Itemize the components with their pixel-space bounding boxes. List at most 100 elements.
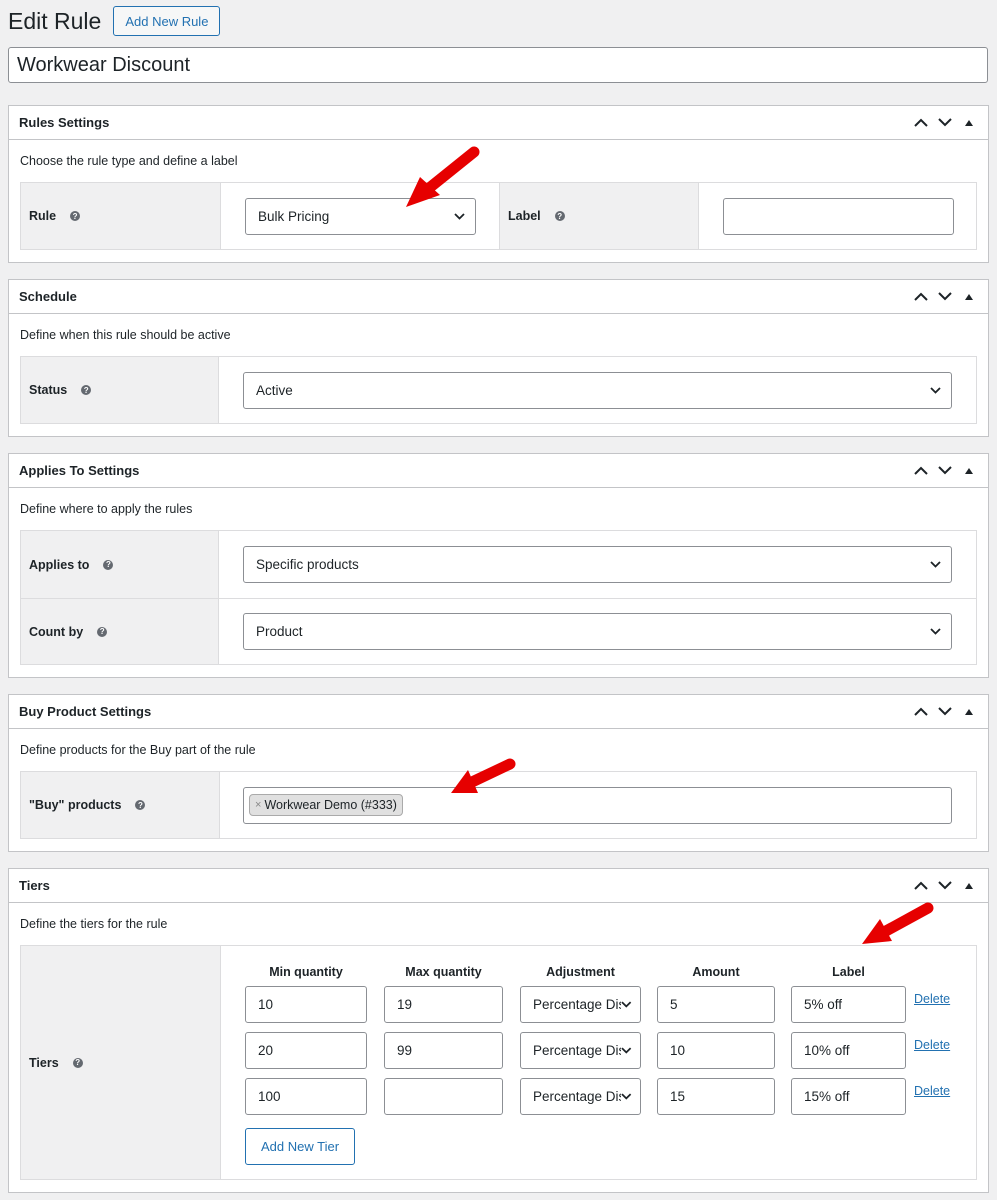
- adjustment-value: Percentage Discount: [533, 996, 621, 1012]
- panel-title: Schedule: [19, 289, 77, 304]
- field-cell: Specific products: [219, 531, 976, 598]
- collapse-toggle-icon[interactable]: [960, 288, 978, 306]
- amount-input[interactable]: 15: [657, 1077, 775, 1115]
- collapse-toggle-icon[interactable]: [960, 877, 978, 895]
- rule-type-value: Bulk Pricing: [258, 208, 330, 224]
- chevron-down-icon[interactable]: [936, 877, 954, 895]
- tiers-rows: 10 19 Percentage Discount 5 5% off Delet…: [245, 985, 976, 1115]
- applies-to-select[interactable]: Specific products: [243, 546, 952, 583]
- panel-header: Schedule: [9, 280, 988, 314]
- adjustment-value: Percentage Discount: [533, 1088, 621, 1104]
- product-token: × Workwear Demo (#333): [249, 794, 403, 816]
- token-remove-icon[interactable]: ×: [255, 799, 261, 811]
- rules-settings-panel: Rules Settings Choose the rule type and …: [8, 105, 989, 263]
- panel-controls: [912, 703, 978, 721]
- chevron-down-icon: [621, 1000, 632, 1008]
- column-header: Adjustment: [546, 965, 615, 979]
- chevron-down-icon[interactable]: [936, 114, 954, 132]
- page-header: Edit Rule Add New Rule: [8, 6, 221, 36]
- schedule-panel: Schedule Define when this rule should be…: [8, 279, 989, 437]
- chevron-up-icon[interactable]: [912, 703, 930, 721]
- tier-label-input[interactable]: 15% off: [791, 1077, 906, 1115]
- delete-tier-link[interactable]: Delete: [914, 1038, 950, 1052]
- count-by-select[interactable]: Product: [243, 613, 952, 650]
- add-new-tier-button[interactable]: Add New Tier: [245, 1128, 356, 1165]
- min-quantity-input[interactable]: 10: [245, 985, 367, 1023]
- panel-header: Rules Settings: [9, 106, 988, 140]
- field-label: Status ?: [21, 357, 219, 423]
- tier-row: 10 19 Percentage Discount 5 5% off Delet…: [245, 985, 976, 1023]
- help-icon[interactable]: ?: [70, 211, 81, 221]
- chevron-down-icon: [930, 561, 941, 568]
- rule-label-input[interactable]: [723, 197, 954, 235]
- adjustment-select[interactable]: Percentage Discount: [520, 1077, 641, 1115]
- field-cell: × Workwear Demo (#333): [220, 772, 976, 838]
- panel-description: Choose the rule type and define a label: [20, 154, 238, 168]
- panel-controls: [912, 462, 978, 480]
- chevron-down-icon: [454, 212, 465, 220]
- field-label: Count by ?: [21, 599, 219, 664]
- tier-label-input[interactable]: 5% off: [791, 985, 906, 1023]
- settings-table: Rule ? Bulk Pricing Label ?: [20, 182, 977, 250]
- adjustment-select[interactable]: Percentage Discount: [520, 1031, 641, 1069]
- min-quantity-input[interactable]: 20: [245, 1031, 367, 1069]
- max-quantity-input[interactable]: 99: [384, 1031, 503, 1069]
- min-quantity-input[interactable]: 100: [245, 1077, 367, 1115]
- status-select[interactable]: Active: [243, 371, 952, 409]
- max-quantity-input[interactable]: [384, 1077, 503, 1115]
- applies-to-panel: Applies To Settings Define where to appl…: [8, 453, 989, 678]
- help-icon[interactable]: ?: [135, 800, 146, 810]
- tier-label-input[interactable]: 10% off: [791, 1031, 906, 1069]
- max-quantity-input[interactable]: 19: [384, 985, 503, 1023]
- buy-products-input[interactable]: × Workwear Demo (#333): [243, 786, 952, 824]
- panel-header: Buy Product Settings: [9, 695, 988, 729]
- panel-description: Define when this rule should be active: [20, 328, 231, 342]
- amount-input[interactable]: 10: [657, 1031, 775, 1069]
- chevron-up-icon[interactable]: [912, 462, 930, 480]
- token-label: Workwear Demo (#333): [264, 798, 397, 812]
- field-label: "Buy" products ?: [21, 772, 220, 838]
- tiers-panel: Tiers Define the tiers for the rule Tier…: [8, 868, 989, 1193]
- adjustment-select[interactable]: Percentage Discount: [520, 985, 641, 1023]
- chevron-down-icon: [930, 386, 941, 394]
- panel-header: Applies To Settings: [9, 454, 988, 488]
- chevron-down-icon[interactable]: [936, 462, 954, 480]
- delete-tier-link[interactable]: Delete: [914, 1084, 950, 1098]
- help-icon[interactable]: ?: [72, 1057, 83, 1068]
- chevron-down-icon[interactable]: [936, 288, 954, 306]
- chevron-down-icon[interactable]: [936, 703, 954, 721]
- chevron-up-icon[interactable]: [912, 114, 930, 132]
- rule-title-input[interactable]: Workwear Discount: [8, 47, 988, 83]
- count-by-value: Product: [256, 624, 303, 639]
- panel-title: Rules Settings: [19, 115, 110, 130]
- collapse-toggle-icon[interactable]: [960, 703, 978, 721]
- chevron-up-icon[interactable]: [912, 877, 930, 895]
- collapse-toggle-icon[interactable]: [960, 114, 978, 132]
- panel-description: Define the tiers for the rule: [20, 917, 168, 931]
- amount-input[interactable]: 5: [657, 985, 775, 1023]
- collapse-toggle-icon[interactable]: [960, 462, 978, 480]
- adjustment-value: Percentage Discount: [533, 1042, 621, 1058]
- help-icon[interactable]: ?: [554, 211, 565, 221]
- field-label: Applies to ?: [21, 531, 219, 598]
- tiers-header: Min quantity Max quantity Adjustment Amo…: [245, 946, 976, 981]
- help-icon[interactable]: ?: [97, 626, 108, 637]
- add-new-rule-button[interactable]: Add New Rule: [113, 6, 221, 36]
- tier-row: 100 Percentage Discount 15 15% off Delet…: [245, 1077, 976, 1115]
- settings-table: Tiers ? Min quantity Max quantity Adjust…: [20, 945, 977, 1180]
- settings-row: Tiers ? Min quantity Max quantity Adjust…: [21, 946, 976, 1179]
- tiers-cell: Min quantity Max quantity Adjustment Amo…: [221, 946, 976, 1179]
- settings-table: Status ? Active: [20, 356, 977, 424]
- chevron-up-icon[interactable]: [912, 288, 930, 306]
- column-header: Min quantity: [269, 965, 343, 979]
- settings-row: Rule ? Bulk Pricing Label ?: [21, 183, 976, 249]
- settings-row: Status ? Active: [21, 357, 976, 423]
- delete-tier-link[interactable]: Delete: [914, 992, 950, 1006]
- chevron-down-icon: [930, 628, 941, 635]
- help-icon[interactable]: ?: [81, 385, 92, 395]
- annotation-arrow-icon: [862, 902, 934, 944]
- help-icon[interactable]: ?: [103, 559, 114, 570]
- annotation-arrow-icon: [406, 146, 480, 207]
- applies-to-value: Specific products: [256, 557, 359, 572]
- annotation-arrow-icon: [451, 758, 516, 793]
